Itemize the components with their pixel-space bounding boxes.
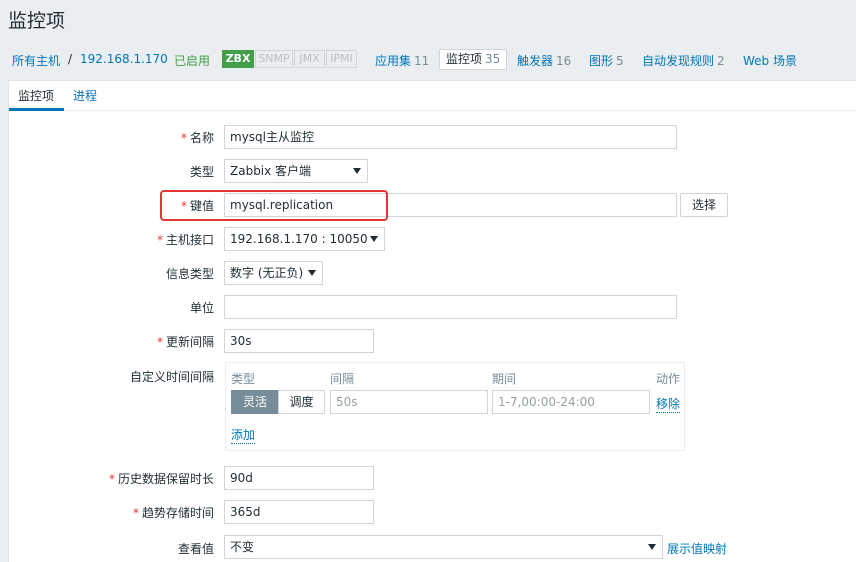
breadcrumb-items-current[interactable]: 监控项 35 — [439, 49, 508, 70]
breadcrumb-items-count: 35 — [485, 52, 501, 66]
required-marker: * — [132, 506, 139, 520]
info-type-select[interactable]: 数字 (无正负) — [224, 261, 323, 285]
custom-intervals-label: 自定义时间间隔 — [129, 370, 214, 384]
availability-jmx-badge: JMX — [294, 50, 325, 68]
type-label: 类型 — [189, 165, 214, 179]
breadcrumb-discovery-label: 自动发现规则 — [642, 54, 715, 68]
breadcrumb-all-hosts[interactable]: 所有主机 — [12, 52, 60, 69]
custom-period-input[interactable]: 1-7,00:00-24:00 — [492, 390, 650, 414]
breadcrumb-applications-label: 应用集 — [375, 54, 412, 68]
update-interval-label: * 更新间隔 — [100, 333, 214, 350]
history-input[interactable]: 90d — [224, 466, 374, 490]
breadcrumb-applications-count: 11 — [414, 54, 430, 68]
breadcrumb-items-label: 监控项 — [446, 52, 483, 66]
custom-intervals-table: 类型 间隔 期间 动作 灵活 调度 50s 1-7,00:00-24:00 移除… — [225, 362, 685, 451]
add-interval-link[interactable]: 添加 — [231, 426, 256, 444]
availability-zbx-badge: ZBX — [222, 50, 254, 68]
value-mapping-link[interactable]: 展示值映射 — [667, 540, 727, 557]
units-label: 单位 — [189, 301, 214, 315]
host-interface-label: * 主机接口 — [100, 231, 214, 248]
page-title: 监控项 — [8, 10, 66, 32]
history-label: * 历史数据保留时长 — [80, 470, 214, 487]
info-type-label: 信息类型 — [165, 267, 214, 281]
breadcrumb-discovery-count: 2 — [717, 54, 725, 68]
chevron-down-icon — [648, 544, 656, 550]
name-label: * 名称 — [100, 129, 214, 146]
name-input[interactable]: mysql主从监控 — [224, 125, 677, 149]
breadcrumb-graphs[interactable]: 图形 5 — [589, 52, 624, 69]
breadcrumb-graphs-count: 5 — [616, 54, 624, 68]
breadcrumb-triggers-label: 触发器 — [517, 54, 554, 68]
breadcrumb-web-scenarios[interactable]: Web 场景 — [743, 52, 797, 69]
custom-intervals-header-interval: 间隔 — [330, 372, 355, 386]
remove-interval-link[interactable]: 移除 — [656, 395, 681, 413]
breadcrumb-triggers[interactable]: 触发器 16 — [517, 52, 571, 69]
chevron-down-icon — [308, 270, 316, 276]
form-tabs: 监控项 进程 — [9, 81, 856, 111]
custom-interval-input[interactable]: 50s — [330, 390, 488, 414]
update-interval-label-text: 更新间隔 — [165, 335, 214, 349]
trends-label-text: 趋势存储时间 — [141, 506, 214, 520]
interval-type-scheduling-radio[interactable]: 调度 — [278, 390, 325, 414]
units-input[interactable] — [224, 295, 677, 319]
custom-intervals-header-period: 期间 — [492, 372, 517, 386]
show-value-label: 查看值 — [177, 542, 214, 556]
history-label-text: 历史数据保留时长 — [117, 472, 214, 486]
required-marker: * — [180, 131, 187, 145]
show-value-select-value: 不变 — [230, 540, 255, 554]
chevron-down-icon — [370, 236, 378, 242]
tab-item[interactable]: 监控项 — [18, 87, 54, 104]
tab-item-active-indicator — [9, 108, 64, 111]
chevron-down-icon — [353, 168, 361, 174]
show-value-select[interactable]: 不变 — [224, 535, 663, 559]
update-interval-input[interactable]: 30s — [224, 329, 374, 353]
required-marker: * — [156, 335, 163, 349]
breadcrumb-applications[interactable]: 应用集 11 — [375, 52, 429, 69]
required-marker: * — [108, 472, 115, 486]
host-interface-select-value: 192.168.1.170 : 10050 — [230, 232, 368, 246]
trends-label: * 趋势存储时间 — [80, 504, 214, 521]
custom-intervals-header-action: 动作 — [656, 372, 681, 386]
host-status-enabled[interactable]: 已启用 — [174, 52, 210, 69]
host-interface-label-text: 主机接口 — [165, 233, 214, 247]
availability-snmp-badge: SNMP — [255, 50, 293, 68]
tab-process[interactable]: 进程 — [73, 87, 97, 104]
custom-intervals-header-type: 类型 — [231, 372, 256, 386]
interval-type-flexible-radio[interactable]: 灵活 — [231, 390, 279, 414]
breadcrumb-triggers-count: 16 — [556, 54, 572, 68]
breadcrumb-separator: / — [68, 52, 73, 66]
breadcrumb-host[interactable]: 192.168.1.170 — [80, 52, 168, 66]
availability-ipmi-badge: IPMI — [326, 50, 357, 68]
type-select-value: Zabbix 客户端 — [230, 164, 312, 178]
trends-input[interactable]: 365d — [224, 500, 374, 524]
breadcrumb-graphs-label: 图形 — [589, 54, 614, 68]
breadcrumb: 所有主机 / 192.168.1.170 已启用 ZBX SNMP JMX IP… — [0, 49, 856, 71]
info-type-select-value: 数字 (无正负) — [230, 266, 304, 280]
item-form-panel: 监控项 进程 — [8, 80, 856, 562]
key-highlight-annotation — [160, 190, 388, 221]
key-select-button[interactable]: 选择 — [680, 193, 728, 217]
type-select[interactable]: Zabbix 客户端 — [224, 159, 368, 183]
name-label-text: 名称 — [189, 131, 214, 145]
required-marker: * — [156, 233, 163, 247]
breadcrumb-discovery-rules[interactable]: 自动发现规则 2 — [642, 52, 725, 69]
host-interface-select[interactable]: 192.168.1.170 : 10050 — [224, 227, 385, 251]
